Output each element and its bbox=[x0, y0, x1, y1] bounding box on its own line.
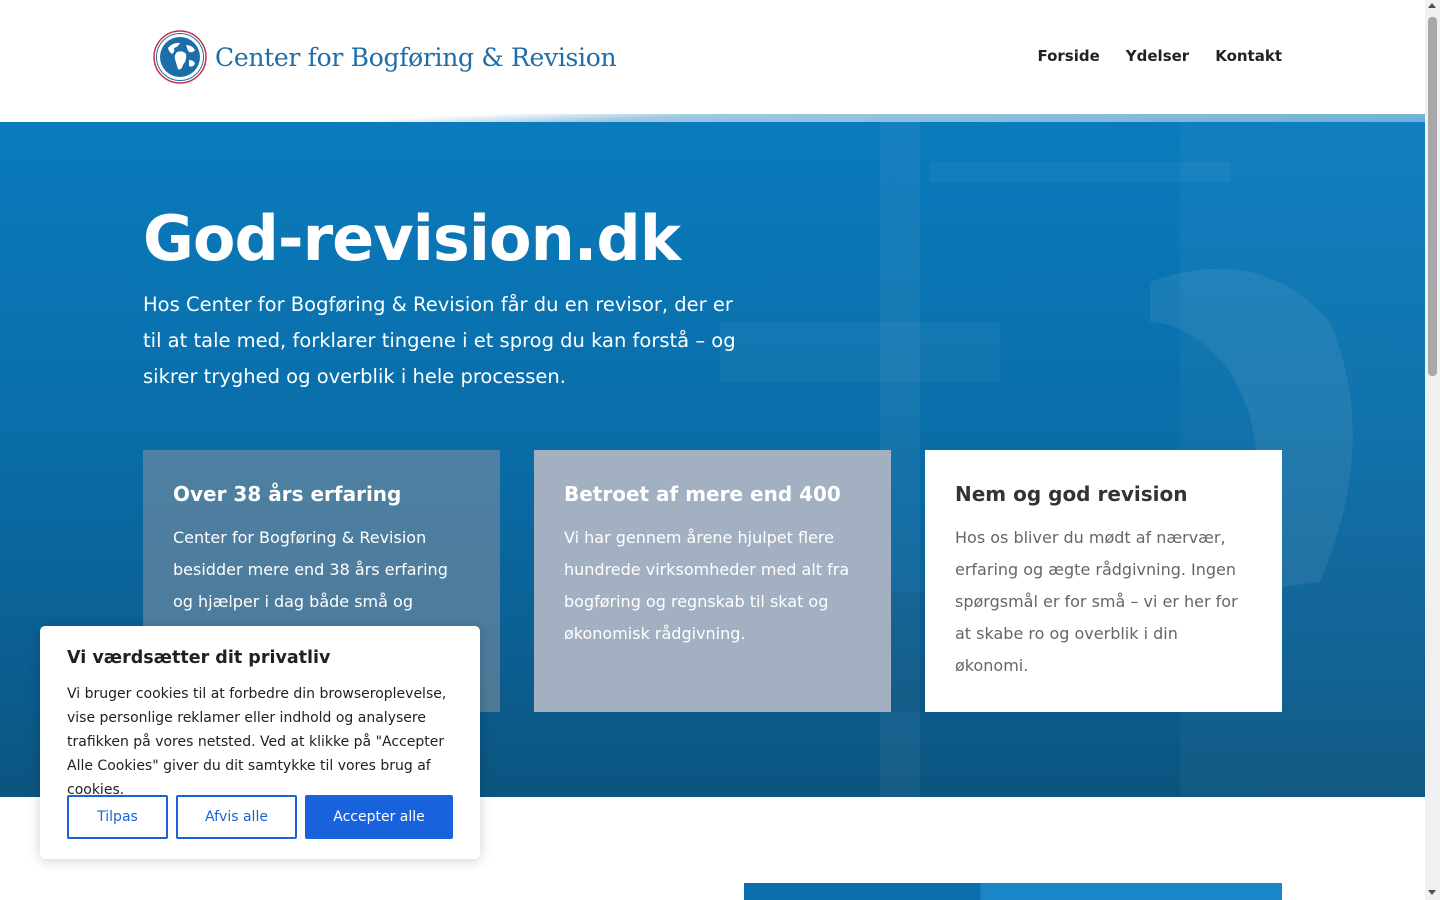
cookie-consent-dialog: Vi værdsætter dit privatliv Vi bruger co… bbox=[40, 626, 480, 859]
globe-logo-icon bbox=[153, 30, 207, 84]
cookie-text: Vi bruger cookies til at forbedre din br… bbox=[67, 686, 447, 798]
scroll-up-icon[interactable] bbox=[1428, 3, 1436, 8]
card-title: Nem og god revision bbox=[955, 482, 1188, 506]
scrollbar-thumb[interactable] bbox=[1428, 17, 1437, 376]
card-text: Center for Bogføring & Revision besidder… bbox=[173, 528, 448, 611]
site-logo[interactable]: Center for Bogføring & Revision bbox=[153, 30, 617, 84]
feature-card-easy-revision: Nem og god revision Hos os bliver du mød… bbox=[925, 450, 1282, 712]
card-text: Vi har gennem årene hjulpet flere hundre… bbox=[564, 528, 850, 643]
logo-text: Center for Bogføring & Revision bbox=[215, 42, 617, 72]
card-title: Betroet af mere end 400 bbox=[564, 482, 841, 506]
card-title: Over 38 års erfaring bbox=[173, 482, 402, 506]
scroll-down-icon[interactable] bbox=[1428, 890, 1436, 895]
nav-item-ydelser[interactable]: Ydelser bbox=[1126, 47, 1189, 65]
accept-all-button[interactable]: Accepter alle bbox=[305, 795, 453, 839]
cookie-title: Vi værdsætter dit privatliv bbox=[67, 648, 331, 668]
page-scrollbar[interactable] bbox=[1425, 0, 1440, 900]
hero-title: God-revision.dk bbox=[143, 202, 681, 275]
feature-card-trusted: Betroet af mere end 400 Vi har gennem år… bbox=[534, 450, 891, 712]
card-text: Hos os bliver du mødt af nærvær, erfarin… bbox=[955, 528, 1238, 675]
cookie-buttons: Tilpas Afvis alle Accepter alle bbox=[67, 795, 453, 839]
main-nav: Forside Ydelser Kontakt bbox=[1037, 47, 1282, 65]
reject-all-button[interactable]: Afvis alle bbox=[176, 795, 297, 839]
customize-button[interactable]: Tilpas bbox=[67, 795, 168, 839]
content-image-block bbox=[744, 883, 1282, 900]
nav-item-kontakt[interactable]: Kontakt bbox=[1215, 47, 1282, 65]
nav-item-forside[interactable]: Forside bbox=[1037, 47, 1099, 65]
site-header: Center for Bogføring & Revision Forside … bbox=[0, 0, 1425, 115]
hero-description: Hos Center for Bogføring & Revision får … bbox=[143, 293, 736, 388]
